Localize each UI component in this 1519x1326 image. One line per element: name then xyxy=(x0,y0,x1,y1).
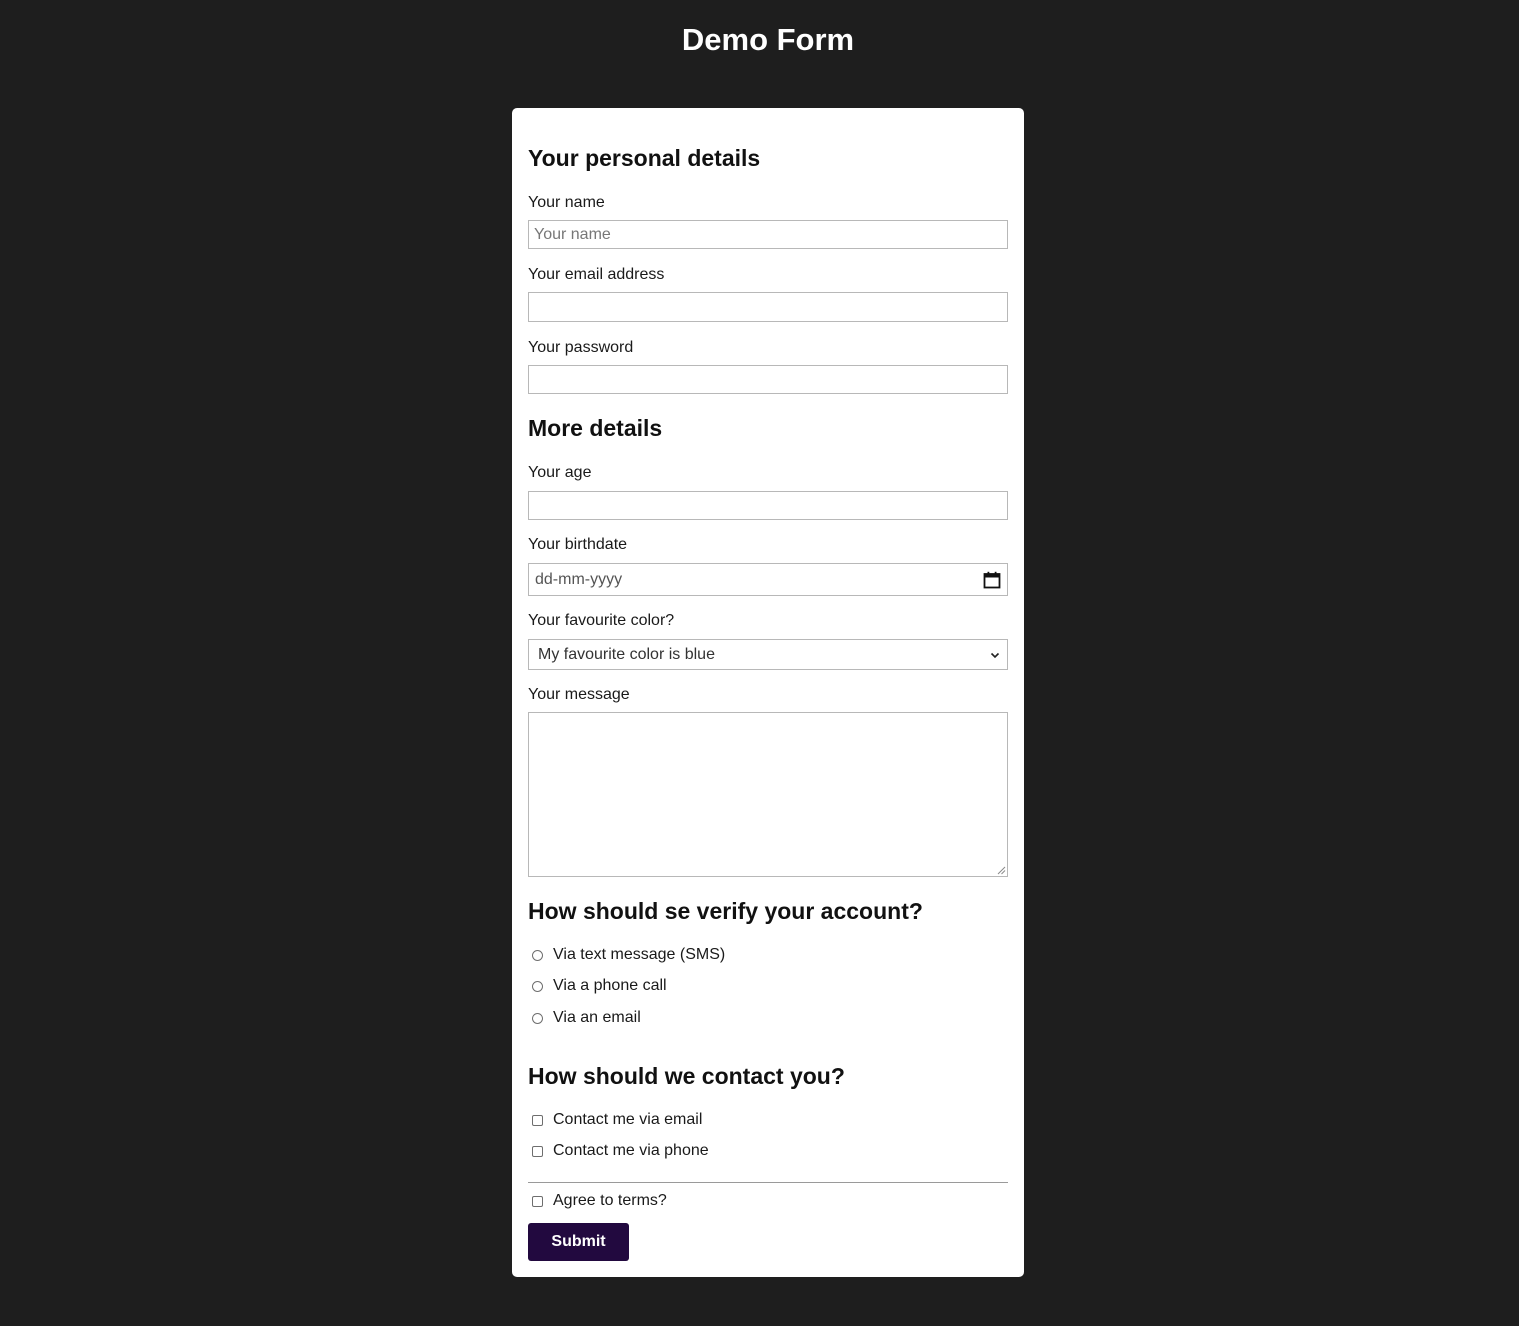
message-label: Your message xyxy=(528,686,630,703)
checkbox-contact-phone[interactable] xyxy=(532,1145,543,1157)
contact-option-phone[interactable]: Contact me via phone xyxy=(532,1140,709,1162)
radio-sms[interactable] xyxy=(532,949,543,961)
verify-option-label: Via an email xyxy=(553,1009,641,1026)
verify-option-label: Via text message (SMS) xyxy=(553,946,726,963)
birthdate-input[interactable]: dd-mm-yyyy xyxy=(528,563,1008,596)
terms-option[interactable]: Agree to terms? xyxy=(532,1190,667,1212)
message-textarea[interactable] xyxy=(528,712,1008,877)
page: Demo Form Your personal details Your nam… xyxy=(0,0,1519,1326)
checkbox-contact-email[interactable] xyxy=(532,1114,543,1126)
contact-heading: How should we contact you? xyxy=(528,1063,845,1089)
demo-form-card: Your personal details Your name Your ema… xyxy=(512,108,1024,1277)
verify-option-phone-call[interactable]: Via a phone call xyxy=(532,975,667,997)
birthdate-placeholder: dd-mm-yyyy xyxy=(535,570,623,588)
name-label: Your name xyxy=(528,194,605,211)
age-input[interactable] xyxy=(528,491,1008,520)
verify-option-email[interactable]: Via an email xyxy=(532,1007,641,1029)
contact-option-email[interactable]: Contact me via email xyxy=(532,1109,702,1131)
terms-label: Agree to terms? xyxy=(553,1192,667,1209)
chevron-down-icon xyxy=(990,652,1000,658)
verify-heading: How should se verify your account? xyxy=(528,898,923,924)
checkbox-agree-terms[interactable] xyxy=(532,1195,543,1207)
resize-grip-icon[interactable] xyxy=(996,865,1006,875)
contact-option-label: Contact me via phone xyxy=(553,1142,709,1159)
radio-phone-call[interactable] xyxy=(532,980,543,992)
age-label: Your age xyxy=(528,464,592,481)
page-title: Demo Form xyxy=(681,22,855,57)
password-label: Your password xyxy=(528,339,634,356)
submit-button[interactable]: Submit xyxy=(528,1223,629,1261)
name-input[interactable] xyxy=(528,220,1008,249)
birthdate-label: Your birthdate xyxy=(528,536,628,553)
password-input[interactable] xyxy=(528,365,1008,394)
divider xyxy=(528,1182,1008,1183)
calendar-icon[interactable] xyxy=(983,571,1001,589)
favourite-color-select[interactable]: My favourite color is blue xyxy=(528,639,1008,670)
verify-option-sms[interactable]: Via text message (SMS) xyxy=(532,944,725,966)
email-input[interactable] xyxy=(528,292,1008,322)
more-details-heading: More details xyxy=(528,415,663,441)
email-label: Your email address xyxy=(528,266,665,283)
favourite-color-selected: My favourite color is blue xyxy=(538,645,715,663)
favourite-color-label: Your favourite color? xyxy=(528,612,675,629)
radio-email[interactable] xyxy=(532,1012,543,1024)
verify-option-label: Via a phone call xyxy=(553,977,667,994)
personal-details-heading: Your personal details xyxy=(528,145,761,171)
contact-option-label: Contact me via email xyxy=(553,1111,703,1128)
